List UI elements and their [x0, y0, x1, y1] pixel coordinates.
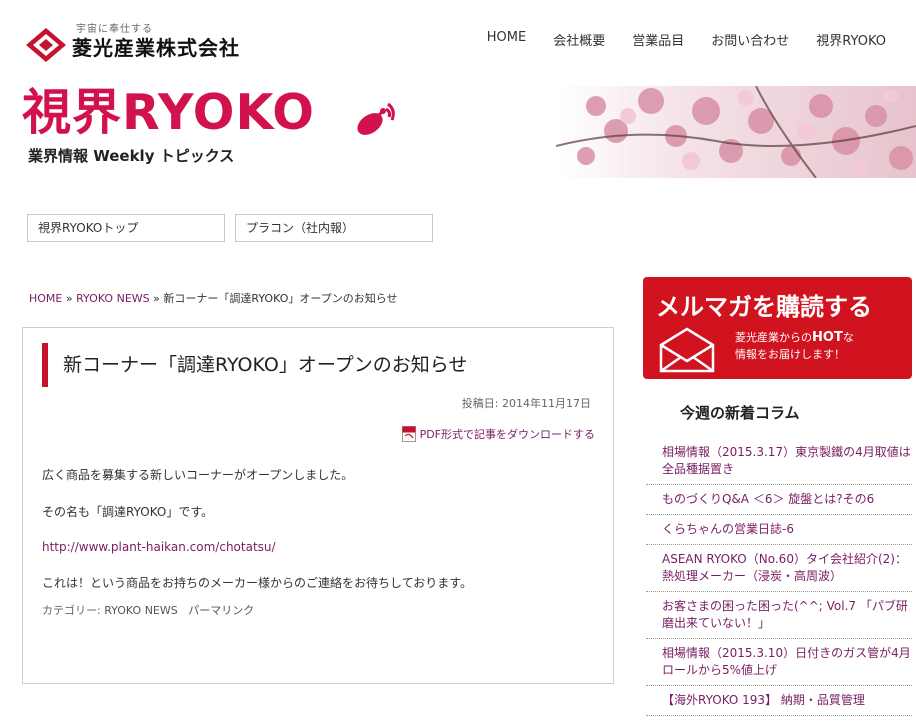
satellite-antenna-icon: [357, 102, 395, 135]
company-name: 菱光産業株式会社: [72, 36, 240, 60]
sub-nav-ryoko-top[interactable]: 視界RYOKOトップ: [27, 214, 225, 242]
column-link[interactable]: 相場情報（2015.3.17）東京製鐵の4月取値は全品種据置き: [662, 445, 911, 476]
banner-subtitle: 業界情報 Weekly トピックス: [28, 147, 235, 165]
column-link[interactable]: 【海外RYOKO 193】 納期・品質管理: [662, 693, 865, 707]
article: 新コーナー「調達RYOKO」オープンのお知らせ 投稿日: 2014年11月17日…: [22, 327, 614, 684]
column-item[interactable]: 相場情報（2015.3.10）日付きのガス管が4月ロールから5%値上げ: [646, 639, 912, 686]
post-date: 投稿日: 2014年11月17日: [461, 397, 591, 410]
breadcrumb-category[interactable]: RYOKO NEWS: [76, 292, 150, 305]
nav-contact[interactable]: お問い合わせ: [711, 30, 789, 49]
breadcrumb-separator: »: [153, 292, 160, 305]
article-title: 新コーナー「調達RYOKO」オープンのお知らせ: [42, 343, 467, 387]
article-paragraph: 広く商品を募集する新しいコーナーがオープンしました。: [42, 468, 354, 482]
main-nav: HOME 会社概要 営業品目 お問い合わせ 視界RYOKO: [487, 30, 886, 49]
breadcrumb-current: 新コーナー「調達RYOKO」オープンのお知らせ: [163, 292, 398, 305]
nav-ryoko[interactable]: 視界RYOKO: [816, 30, 886, 49]
nav-home[interactable]: HOME: [487, 30, 526, 49]
sub-nav-placon[interactable]: プラコン（社内報）: [235, 214, 433, 242]
column-link[interactable]: 相場情報（2015.3.10）日付きのガス管が4月ロールから5%値上げ: [662, 646, 911, 677]
column-item[interactable]: くらちゃんの営業日誌-6: [646, 515, 912, 545]
column-item[interactable]: お客さまの困った困った(^^; Vol.7 「パブ研磨出来ていない！」: [646, 592, 912, 639]
newsletter-text: 菱光産業からのHOTな 情報をお届けします！: [735, 329, 854, 363]
column-link[interactable]: ものづくりQ&A ＜6＞ 旋盤とは?その6: [662, 492, 874, 506]
newsletter-text-line2: 情報をお届けします！: [735, 348, 845, 361]
column-item[interactable]: 相場情報（2015.3.17）東京製鐵の4月取値は全品種据置き: [646, 438, 912, 485]
pdf-download-label: PDF形式で記事をダウンロードする: [419, 428, 595, 441]
cherry-blossom-image: [556, 86, 916, 178]
column-link[interactable]: ASEAN RYOKO（No.60）タイ会社紹介(2)：熱処理メーカー（浸炭・高…: [662, 552, 907, 583]
newsletter-heading: メルマガを購読する: [656, 293, 872, 321]
column-item[interactable]: 【海外RYOKO 193】 納期・品質管理: [646, 686, 912, 716]
pdf-download-link[interactable]: PDF形式で記事をダウンロードする: [401, 426, 595, 442]
new-columns-heading: 今週の新着コラム: [680, 404, 800, 422]
company-logo[interactable]: 宇宙に奉仕する 菱光産業株式会社: [24, 16, 264, 64]
article-paragraph: その名も「調達RYOKO」です。: [42, 505, 214, 519]
column-link[interactable]: お客さまの困った困った(^^; Vol.7 「パブ研磨出来ていない！」: [662, 599, 908, 630]
chotatsu-url-link[interactable]: http://www.plant-haikan.com/chotatsu/: [42, 540, 276, 554]
category-label: カテゴリー:: [42, 604, 101, 617]
breadcrumb: HOME » RYOKO NEWS » 新コーナー「調達RYOKO」オープンのお…: [29, 290, 397, 306]
article-paragraph: これは！という商品をお持ちのメーカー様からのご連絡をお待ちしております。: [42, 576, 473, 590]
newsletter-subscribe-banner[interactable]: メルマガを購読する 菱光産業からのHOTな 情報をお届けします！: [643, 277, 912, 379]
nav-company[interactable]: 会社概要: [553, 30, 605, 49]
envelope-icon: [659, 327, 715, 373]
category-link[interactable]: RYOKO NEWS: [104, 604, 178, 617]
diamond-logo-icon: [26, 28, 66, 62]
column-item[interactable]: ものづくりQ&A ＜6＞ 旋盤とは?その6: [646, 485, 912, 515]
banner-title: 視界RYOKO: [22, 84, 315, 141]
pdf-icon: [401, 426, 416, 442]
newsletter-text-prefix: 菱光産業からの: [735, 331, 812, 344]
permalink-link[interactable]: パーマリンク: [188, 604, 254, 617]
column-item[interactable]: ASEAN RYOKO（No.60）タイ会社紹介(2)：熱処理メーカー（浸炭・高…: [646, 545, 912, 592]
newsletter-text-suffix: な: [842, 331, 854, 344]
new-columns-list: 相場情報（2015.3.17）東京製鐵の4月取値は全品種据置き ものづくりQ&A…: [646, 438, 912, 716]
column-link[interactable]: くらちゃんの営業日誌-6: [662, 522, 794, 536]
article-body: 広く商品を募集する新しいコーナーがオープンしました。 その名も「調達RYOKO」…: [42, 466, 597, 611]
nav-products[interactable]: 営業品目: [632, 30, 684, 49]
article-meta: カテゴリー: RYOKO NEWS パーマリンク: [42, 602, 254, 618]
breadcrumb-home[interactable]: HOME: [29, 292, 62, 305]
breadcrumb-separator: »: [65, 292, 73, 305]
newsletter-hot: HOT: [812, 330, 843, 345]
